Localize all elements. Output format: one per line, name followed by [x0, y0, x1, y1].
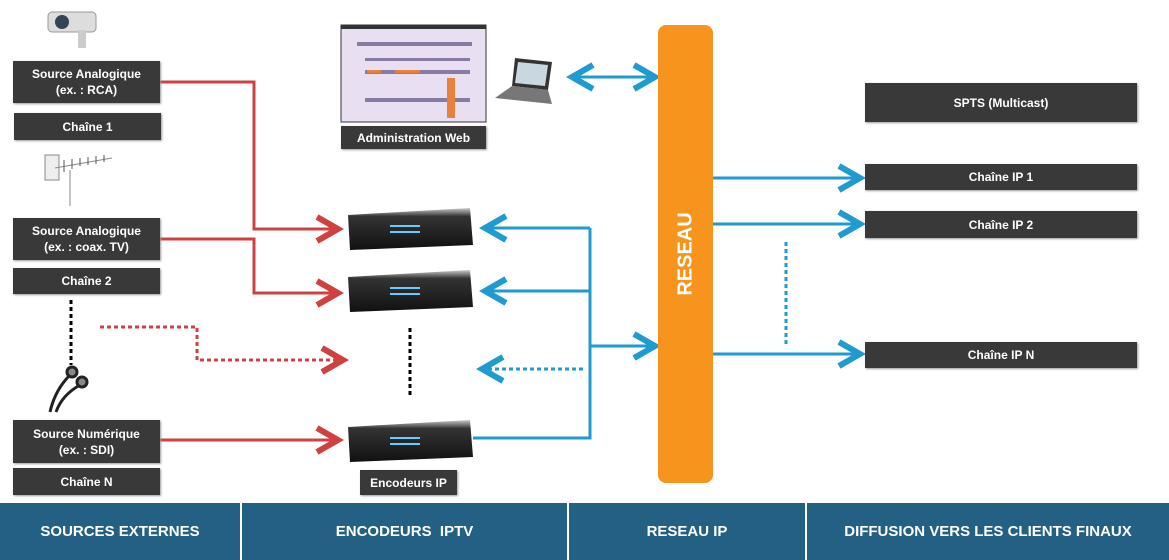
admin-web-label: Administration Web: [341, 126, 486, 149]
laptop-icon: [495, 58, 552, 104]
source-label: Source Analogique: [32, 67, 141, 81]
source-example: (ex. : SDI): [58, 442, 115, 457]
footer-sources: SOURCES EXTERNES: [0, 503, 240, 560]
channel-box-n: Chaîne N: [13, 468, 160, 495]
iptv-architecture-diagram: Source Analogique (ex. : RCA) Chaîne 1 So…: [0, 0, 1169, 560]
source-example: (ex. : RCA): [55, 83, 118, 97]
ip-channel-1: Chaîne IP 1: [865, 164, 1137, 190]
tv-antenna-icon: [44, 154, 113, 206]
spts-box: SPTS (Multicast): [865, 83, 1137, 122]
footer-encoders: ENCODEURS IPTV: [242, 503, 567, 560]
network-label: RESEAU: [674, 212, 696, 296]
admin-screenshot-image: [340, 24, 487, 123]
source-box-n: Source Numérique (ex. : SDI): [13, 420, 160, 463]
encoder-n: [348, 420, 473, 462]
ip-channel-2: Chaîne IP 2: [865, 211, 1137, 238]
source-label: Source Analogique: [32, 224, 141, 238]
footer-diffusion: DIFFUSION VERS LES CLIENTS FINAUX: [807, 503, 1169, 560]
footer-network: RESEAU IP: [569, 503, 805, 560]
channel-box-2: Chaîne 2: [13, 268, 160, 294]
cctv-camera-icon: [47, 11, 97, 48]
source-box-1: Source Analogique (ex. : RCA): [13, 61, 160, 103]
source-label: Source Numérique: [33, 426, 140, 441]
encoder-1: [348, 208, 473, 250]
network-bar: RESEAU: [658, 25, 713, 483]
channel-box-1: Chaîne 1: [14, 113, 161, 140]
bnc-cable-icon: [48, 365, 89, 413]
link-source1-encoder1: [160, 80, 338, 229]
ip-channel-n: Chaîne IP N: [865, 342, 1137, 368]
source-box-2: Source Analogique (ex. : coax. TV): [13, 218, 160, 260]
link-dotted-red: [100, 325, 343, 360]
encoders-label: Encodeurs IP: [360, 470, 457, 495]
source-example: (ex. : coax. TV): [44, 240, 129, 254]
link-source2-encoder2: [160, 237, 338, 293]
encoder-2: [348, 270, 473, 312]
